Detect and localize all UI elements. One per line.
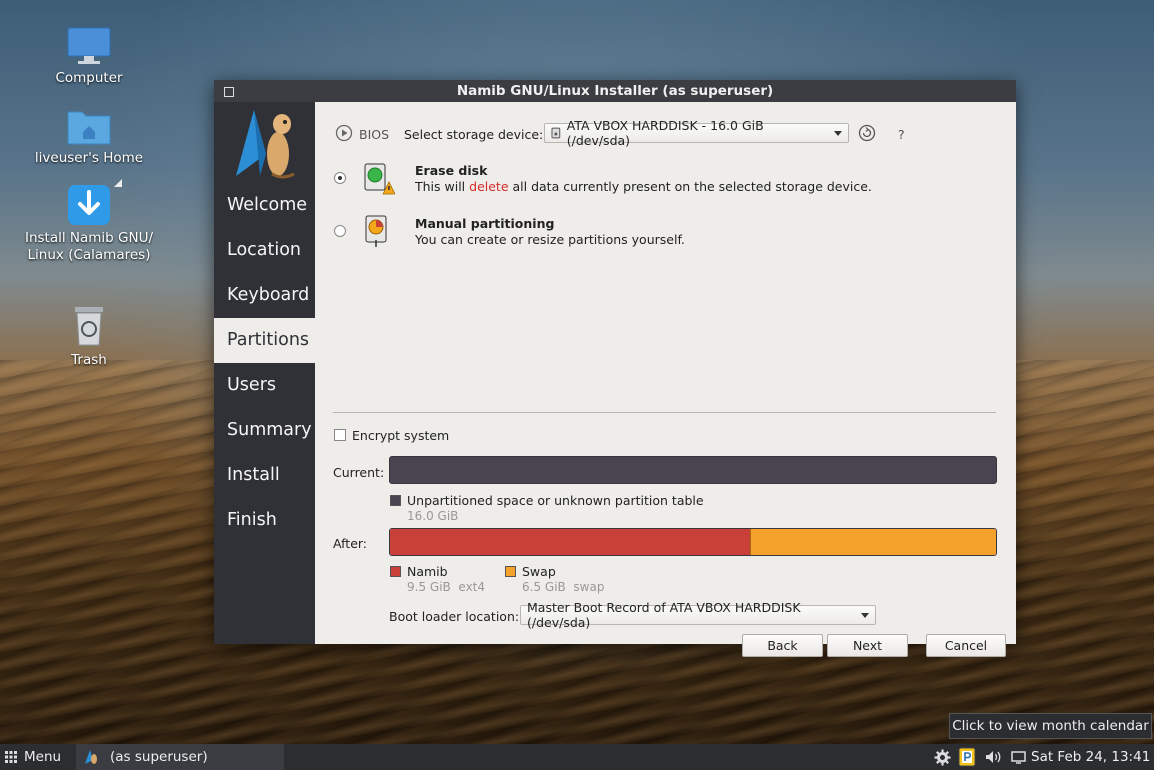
cancel-button[interactable]: Cancel xyxy=(926,634,1006,657)
disk-drive-icon xyxy=(551,127,561,139)
erase-disk-radio[interactable] xyxy=(334,172,346,184)
firmware-type-label: BIOS xyxy=(359,127,390,142)
namib-legend-label: Namib xyxy=(407,564,448,579)
desktop-icon-label: Install Namib GNU/ Linux (Calamares) xyxy=(25,230,153,263)
sidebar-step-users: Users xyxy=(227,375,277,395)
trash-icon xyxy=(75,307,103,346)
grid-menu-icon xyxy=(5,751,17,763)
current-partition-bar xyxy=(389,456,997,484)
menu-label: Menu xyxy=(24,749,62,765)
desktop-icon-label: Trash xyxy=(71,352,107,368)
manual-partitioning-title: Manual partitioning xyxy=(415,216,555,231)
erase-disk-desc-start: This will xyxy=(415,179,470,194)
sidebar-step-location: Location xyxy=(227,240,302,260)
menu-button[interactable]: Menu xyxy=(4,744,61,770)
desktop-icon-label: Computer xyxy=(55,70,123,86)
taskbar-window-item[interactable]: (as superuser) xyxy=(76,744,284,770)
erase-disk-description: This will delete all data currently pres… xyxy=(415,179,872,194)
unpartitioned-swatch xyxy=(390,495,401,506)
calendar-tooltip: Click to view month calendar xyxy=(949,713,1152,739)
volume-icon[interactable] xyxy=(985,750,1002,764)
namib-fs: ext4 xyxy=(458,580,486,594)
manual-partitioning-radio[interactable] xyxy=(334,225,346,237)
monitor-icon xyxy=(67,27,111,64)
help-button[interactable]: ? xyxy=(898,127,905,142)
current-layout-label: Current: xyxy=(333,465,385,480)
namib-swatch xyxy=(390,566,401,577)
back-button[interactable]: Back xyxy=(742,634,823,657)
erase-disk-title: Erase disk xyxy=(415,163,488,178)
window-titlebar[interactable]: Namib GNU/Linux Installer (as superuser) xyxy=(214,80,1016,102)
package-updater-icon[interactable] xyxy=(958,747,976,767)
section-divider xyxy=(333,412,996,413)
namib-legend-size: 9.5 GiB ext4 xyxy=(407,580,485,594)
installer-task-icon xyxy=(85,750,97,764)
installer-window: Namib GNU/Linux Installer (as superuser)… xyxy=(214,80,1016,657)
bootloader-label: Boot loader location: xyxy=(389,609,520,624)
manual-partitioning-icon xyxy=(365,215,387,247)
unpartitioned-legend-label: Unpartitioned space or unknown partition… xyxy=(407,493,704,508)
desktop-icon-label-line1: Install Namib GNU/ xyxy=(24,230,154,246)
settings-gear-icon[interactable] xyxy=(934,749,951,766)
sidebar-step-finish: Finish xyxy=(227,510,277,530)
storage-device-label: Select storage device: xyxy=(404,127,544,142)
bootloader-select[interactable]: Master Boot Record of ATA VBOX HARDDISK … xyxy=(520,600,876,630)
desktop-icon-computer[interactable]: Computer xyxy=(19,26,159,87)
next-button[interactable]: Next xyxy=(827,634,908,657)
storage-device-value: ATA VBOX HARDDISK - 16.0 GiB (/dev/sda) xyxy=(566,118,764,148)
meerkat-logo-icon xyxy=(236,110,295,179)
namib-size: 9.5 GiB xyxy=(407,580,451,594)
desktop-icon-label: liveuser's Home xyxy=(34,150,144,166)
desktop-icon-label-line2: Linux (Calamares) xyxy=(27,247,151,263)
chevron-down-icon xyxy=(861,612,869,618)
erase-disk-desc-end: all data currently present on the select… xyxy=(508,179,872,194)
window-menu-button[interactable] xyxy=(224,87,234,97)
swap-size: 6.5 GiB xyxy=(522,580,566,594)
refresh-icon[interactable] xyxy=(858,124,876,142)
sidebar-step-summary: Summary xyxy=(227,420,312,440)
installer-sidebar: Welcome Location Keyboard Partitions Use… xyxy=(214,102,315,644)
swap-fs: swap xyxy=(573,580,605,594)
window-title: Namib GNU/Linux Installer (as superuser) xyxy=(456,83,774,99)
sidebar-step-partitions: Partitions xyxy=(214,318,315,363)
desktop-icon-home[interactable]: liveuser's Home xyxy=(19,106,159,167)
clock[interactable]: Sat Feb 24, 13:41 xyxy=(1031,744,1150,770)
after-segment-swap xyxy=(749,529,996,555)
swap-legend-label: Swap xyxy=(522,564,556,579)
shortcut-arrow-icon xyxy=(114,179,122,187)
after-layout-label: After: xyxy=(333,536,368,551)
storage-device-select[interactable]: ATA VBOX HARDDISK - 16.0 GiB (/dev/sda) xyxy=(544,118,849,148)
after-segment-namib xyxy=(390,529,750,555)
manual-partitioning-description: You can create or resize partitions your… xyxy=(415,232,685,247)
bootloader-value: Master Boot Record of ATA VBOX HARDDISK … xyxy=(527,600,801,630)
encrypt-system-checkbox[interactable] xyxy=(334,429,346,441)
erase-disk-desc-danger: delete xyxy=(469,179,509,194)
desktop-icon-installer[interactable]: Install Namib GNU/ Linux (Calamares) xyxy=(19,184,159,264)
bios-play-icon xyxy=(335,124,353,142)
erase-disk-warning-icon xyxy=(364,163,395,195)
sidebar-step-keyboard: Keyboard xyxy=(227,285,310,305)
swap-swatch xyxy=(505,566,516,577)
display-icon[interactable] xyxy=(1011,751,1026,764)
sidebar-step-install: Install xyxy=(227,465,280,485)
chevron-down-icon xyxy=(834,130,842,136)
sidebar-step-welcome: Welcome xyxy=(227,195,308,215)
swap-legend-size: 6.5 GiB swap xyxy=(522,580,604,594)
partitions-page: BIOS Select storage device: ATA VBOX HAR… xyxy=(315,102,1016,657)
encrypt-system-label: Encrypt system xyxy=(352,428,450,443)
desktop-icon-trash[interactable]: Trash xyxy=(19,304,159,369)
after-partition-bar xyxy=(389,528,997,556)
home-folder-icon xyxy=(67,111,111,145)
taskbar: Menu (as superuser) Sat Feb 24, 13:41 xyxy=(0,744,1154,770)
download-installer-icon xyxy=(68,185,110,225)
unpartitioned-legend-size: 16.0 GiB xyxy=(407,509,459,523)
taskbar-window-label: (as superuser) xyxy=(110,749,208,765)
